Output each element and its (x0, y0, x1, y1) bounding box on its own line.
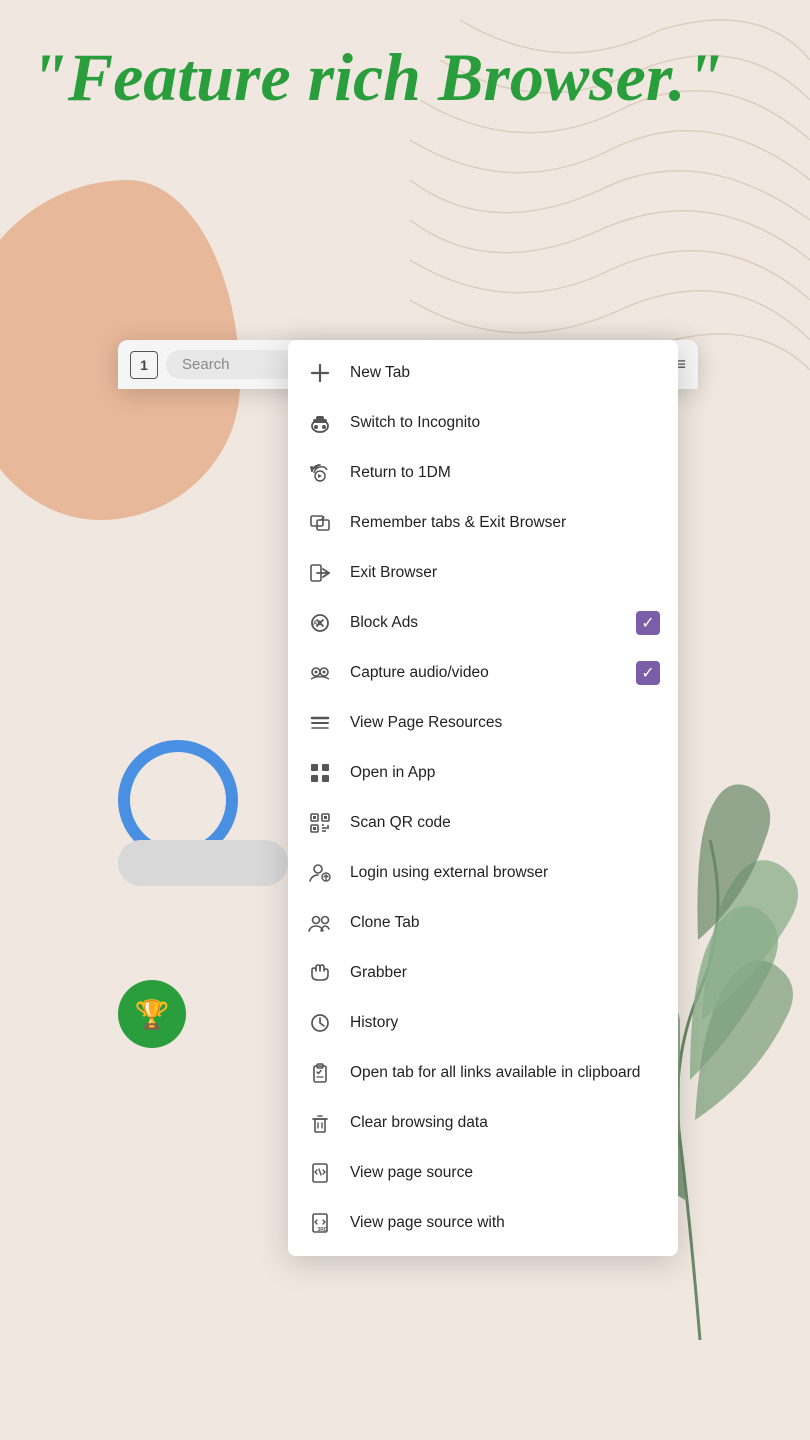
view-source-3rd-label: View page source with (350, 1213, 660, 1233)
return-1dm-label: Return to 1DM (350, 463, 660, 483)
menu-item-scan-qr[interactable]: Scan QR code (288, 798, 678, 848)
clear-data-icon (306, 1109, 334, 1137)
menu-item-history[interactable]: History (288, 998, 678, 1048)
open-links-clipboard-label: Open tab for all links available in clip… (350, 1063, 660, 1083)
hero-text: "Feature rich Browser." (30, 40, 723, 115)
login-external-icon (306, 859, 334, 887)
return-1dm-icon (306, 459, 334, 487)
capture-av-icon (306, 659, 334, 687)
block-ads-icon: AD (306, 609, 334, 637)
history-label: History (350, 1013, 660, 1033)
menu-item-remember-tabs[interactable]: Remember tabs & Exit Browser (288, 498, 678, 548)
new-tab-label: New Tab (350, 363, 660, 383)
dropdown-menu: New Tab Switch to Incognito (288, 340, 678, 1256)
scan-qr-label: Scan QR code (350, 813, 660, 833)
grabber-icon (306, 959, 334, 987)
menu-item-login-external[interactable]: Login using external browser (288, 848, 678, 898)
exit-browser-icon (306, 559, 334, 587)
open-app-label: Open in App (350, 763, 660, 783)
menu-item-new-tab[interactable]: New Tab (288, 348, 678, 398)
view-source-3rd-icon: 3RD (306, 1209, 334, 1237)
new-tab-icon (306, 359, 334, 387)
view-source-icon (306, 1159, 334, 1187)
menu-item-return-1dm[interactable]: Return to 1DM (288, 448, 678, 498)
menu-item-exit-browser[interactable]: Exit Browser (288, 548, 678, 598)
open-app-icon (306, 759, 334, 787)
green-trophy-circle: 🏆 (118, 980, 186, 1048)
remember-tabs-icon (306, 509, 334, 537)
menu-item-clear-data[interactable]: Clear browsing data (288, 1098, 678, 1148)
view-resources-icon (306, 709, 334, 737)
menu-item-grabber[interactable]: Grabber (288, 948, 678, 998)
remember-tabs-label: Remember tabs & Exit Browser (350, 513, 660, 533)
menu-item-view-source-3rd[interactable]: 3RD View page source with (288, 1198, 678, 1248)
menu-item-open-links-clipboard[interactable]: Open tab for all links available in clip… (288, 1048, 678, 1098)
clone-tab-label: Clone Tab (350, 913, 660, 933)
menu-item-view-source[interactable]: View page source (288, 1148, 678, 1198)
tab-count-badge: 1 (130, 351, 158, 379)
exit-browser-label: Exit Browser (350, 563, 660, 583)
incognito-icon (306, 409, 334, 437)
menu-item-view-resources[interactable]: View Page Resources (288, 698, 678, 748)
clear-data-label: Clear browsing data (350, 1113, 660, 1133)
menu-item-capture-av[interactable]: Capture audio/video ✓ (288, 648, 678, 698)
scan-qr-icon (306, 809, 334, 837)
clone-tab-icon (306, 909, 334, 937)
clipboard-links-icon (306, 1059, 334, 1087)
view-source-label: View page source (350, 1163, 660, 1183)
history-icon (306, 1009, 334, 1037)
menu-item-switch-incognito[interactable]: Switch to Incognito (288, 398, 678, 448)
svg-text:3RD: 3RD (318, 1227, 328, 1233)
gray-bar-decoration (118, 840, 288, 886)
capture-av-checkbox[interactable]: ✓ (636, 661, 660, 685)
block-ads-checkbox[interactable]: ✓ (636, 611, 660, 635)
view-resources-label: View Page Resources (350, 713, 660, 733)
capture-av-label: Capture audio/video (350, 663, 620, 683)
menu-item-clone-tab[interactable]: Clone Tab (288, 898, 678, 948)
block-ads-label: Block Ads (350, 613, 620, 633)
menu-item-block-ads[interactable]: AD Block Ads ✓ (288, 598, 678, 648)
svg-text:AD: AD (313, 621, 322, 627)
grabber-label: Grabber (350, 963, 660, 983)
switch-incognito-label: Switch to Incognito (350, 413, 660, 433)
menu-item-open-app[interactable]: Open in App (288, 748, 678, 798)
login-external-label: Login using external browser (350, 863, 660, 883)
